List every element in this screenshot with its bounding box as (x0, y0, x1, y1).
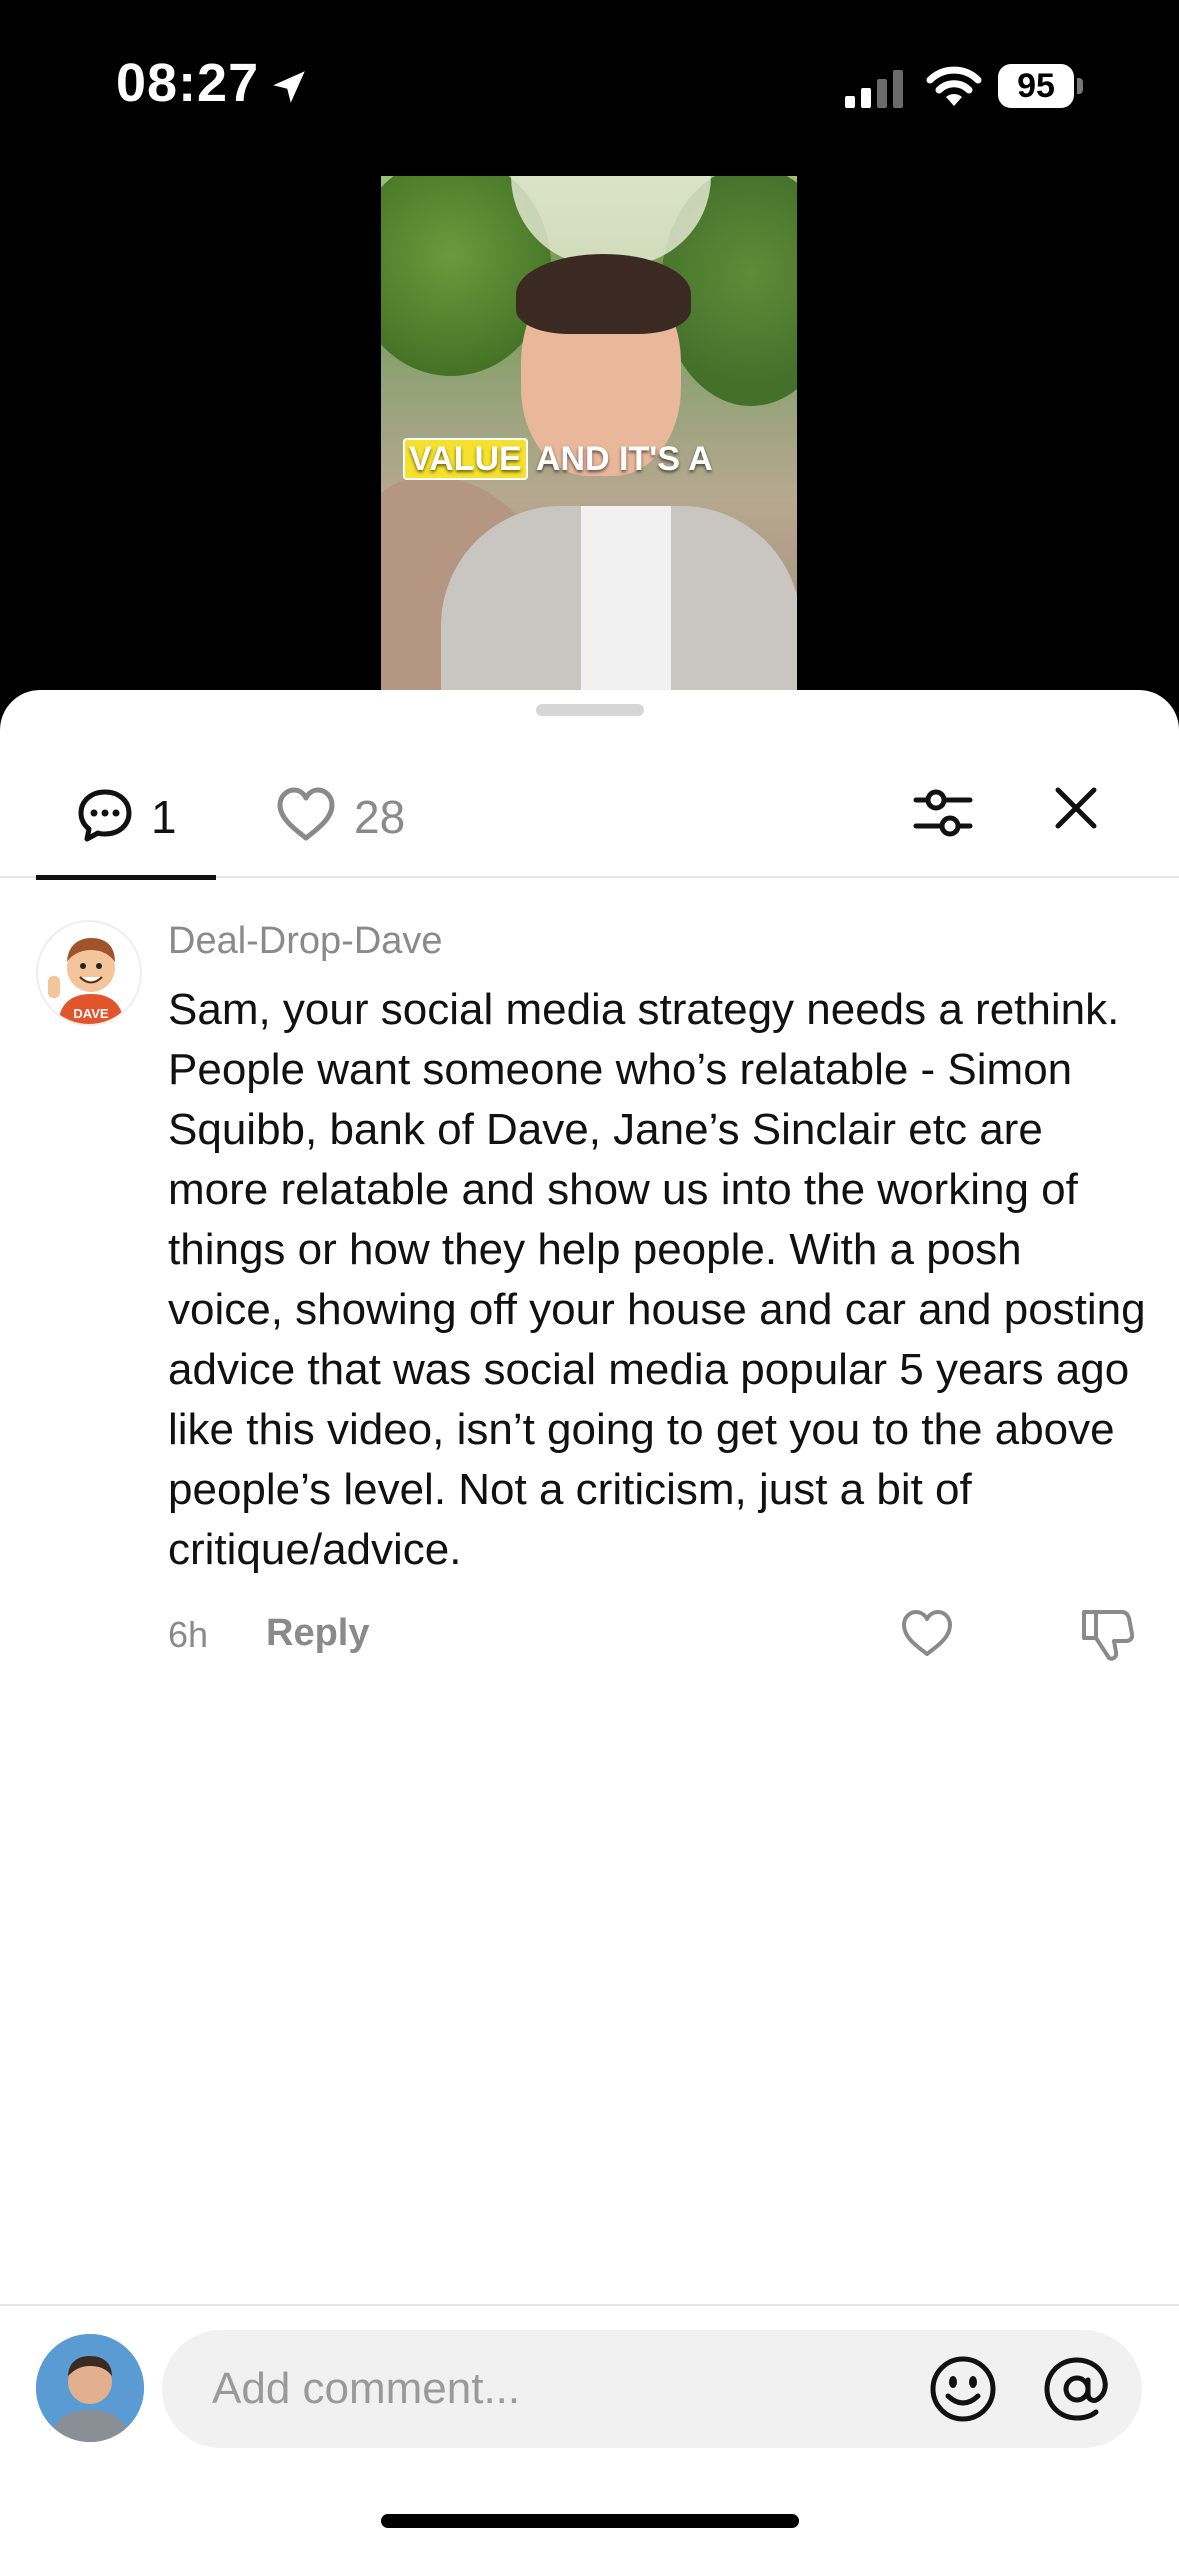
likes-count: 28 (354, 791, 406, 843)
comment-time: 6h (168, 1614, 209, 1655)
video-caption: VALUE AND IT'S A (403, 438, 713, 480)
active-tab-indicator (36, 875, 216, 880)
video-preview[interactable]: VALUE AND IT'S A (381, 176, 797, 696)
tabs-bar: 1 28 (0, 750, 1179, 880)
user-photo-icon (36, 2334, 144, 2442)
caption-highlight: VALUE (403, 438, 528, 480)
home-indicator (381, 2514, 799, 2528)
thumbs-down-icon[interactable] (1080, 1606, 1134, 1662)
tab-likes[interactable]: 28 (272, 750, 442, 878)
cellular-signal-icon (845, 70, 903, 108)
tab-comments[interactable]: 1 (36, 750, 216, 880)
heart-icon (277, 787, 335, 841)
at-sign-icon[interactable] (1042, 2356, 1112, 2422)
wifi-icon (926, 66, 982, 106)
person-hair-shape (516, 254, 691, 334)
user-avatar[interactable] (36, 2334, 144, 2442)
reply-button[interactable]: Reply (266, 1612, 369, 1655)
smiley-icon[interactable] (928, 2354, 998, 2424)
avatar[interactable]: DAVE (36, 920, 142, 1026)
caption-text: AND IT'S A (535, 440, 713, 478)
comment-input[interactable] (212, 2330, 912, 2448)
battery-level: 95 (998, 64, 1074, 108)
speech-bubble-icon (78, 789, 132, 842)
comment-meta: 6h Reply (168, 1608, 1148, 1668)
close-icon[interactable] (1052, 784, 1100, 832)
battery-cap (1077, 78, 1083, 94)
location-arrow-icon (273, 71, 305, 103)
cartoon-avatar-icon: DAVE (38, 922, 140, 1024)
comment-username[interactable]: Deal-Drop-Dave (168, 920, 443, 963)
comments-count: 1 (151, 791, 177, 843)
comment-input-container[interactable] (162, 2330, 1142, 2448)
status-bar: 08:27 95 (0, 0, 1179, 170)
avatar-badge: DAVE (73, 1006, 108, 1021)
heart-icon[interactable] (900, 1608, 954, 1658)
comment-composer (0, 2304, 1179, 2464)
sheet-grabber[interactable] (536, 704, 644, 716)
comments-sheet: 1 28 DAVE Deal-Drop-Dave Sam, your socia… (0, 690, 1179, 2556)
person-shirt-shape (581, 506, 671, 696)
comment-text: Sam, your social media strategy needs a … (168, 985, 1146, 1574)
sliders-icon[interactable] (912, 782, 974, 844)
status-time: 08:27 (116, 53, 260, 113)
